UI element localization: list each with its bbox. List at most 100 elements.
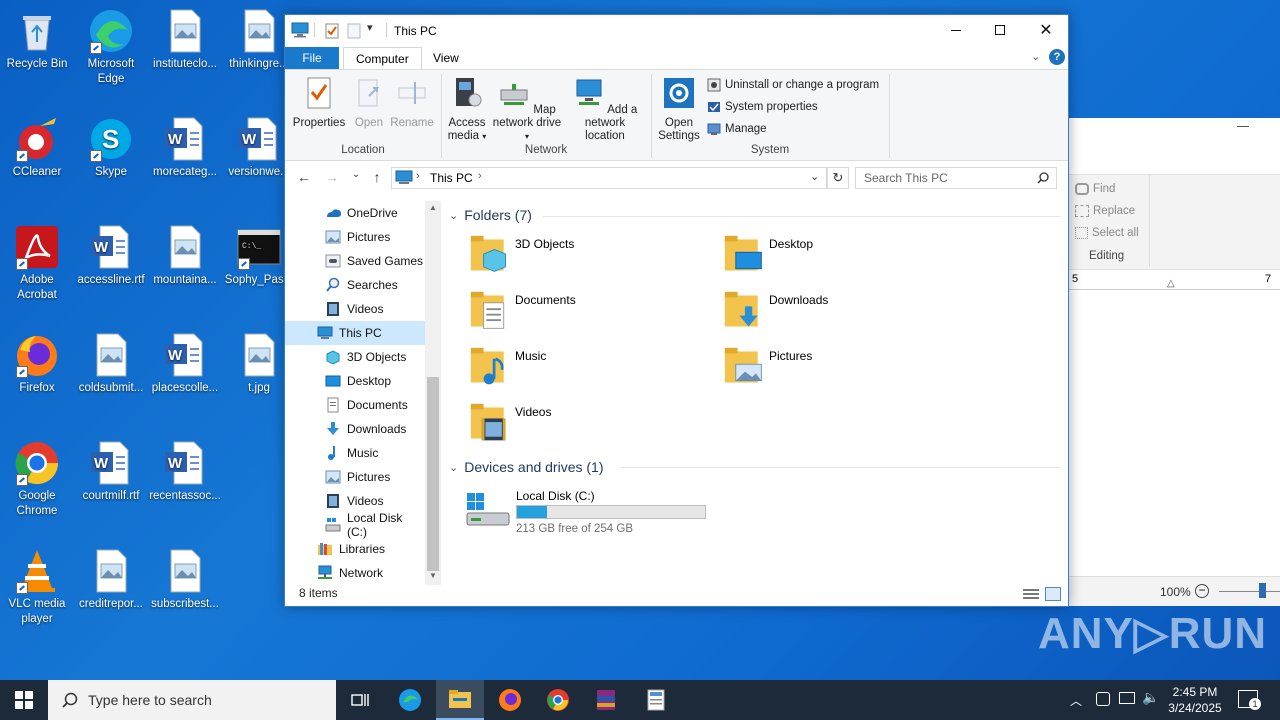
- folder-music[interactable]: Music: [469, 345, 709, 395]
- nav-item-videos[interactable]: Videos: [285, 297, 425, 321]
- device-icon[interactable]: [1096, 692, 1110, 706]
- desktop-icon-coldsubmit[interactable]: coldsubmit...: [74, 332, 148, 396]
- customize-quick-access-icon[interactable]: ▾: [367, 21, 373, 34]
- search-input[interactable]: Search This PC: [855, 167, 1057, 189]
- close-button[interactable]: ✕: [1023, 15, 1069, 45]
- taskbar-chrome[interactable]: [534, 680, 582, 720]
- new-folder-quick-icon[interactable]: [347, 23, 361, 39]
- desktop-icon-morecateg[interactable]: Wmorecateg...: [148, 116, 222, 180]
- taskbar-search[interactable]: Type here to search: [48, 680, 336, 720]
- breadcrumb-this-pc[interactable]: This PC: [430, 171, 473, 185]
- nav-item-3d-objects[interactable]: 3D Objects: [285, 345, 425, 369]
- folder-documents[interactable]: Documents: [469, 289, 709, 339]
- tab-computer[interactable]: Computer: [343, 47, 422, 69]
- manage-button[interactable]: Manage: [707, 122, 767, 136]
- nav-item-network[interactable]: Network: [285, 561, 425, 585]
- folder-downloads[interactable]: Downloads: [723, 289, 963, 339]
- volume-icon[interactable]: 🔈: [1142, 689, 1159, 706]
- desktop-icon-courtmilf-rtf[interactable]: Wcourtmilf.rtf: [74, 440, 148, 504]
- system-properties-button[interactable]: System properties: [707, 100, 818, 114]
- folder-3d-objects[interactable]: 3D Objects: [469, 233, 709, 283]
- zoom-level[interactable]: 100%: [1160, 585, 1191, 599]
- indent-marker-icon[interactable]: △: [1167, 278, 1175, 289]
- breadcrumb-separator-icon[interactable]: ›: [478, 170, 482, 182]
- taskbar-firefox[interactable]: [486, 680, 534, 720]
- details-view-icon[interactable]: [1023, 589, 1039, 601]
- taskbar-file-explorer[interactable]: [436, 680, 484, 720]
- zoom-out-icon[interactable]: −: [1195, 584, 1209, 598]
- nav-item-onedrive[interactable]: OneDrive: [285, 201, 425, 225]
- show-hidden-icons-icon[interactable]: ︿: [1070, 692, 1082, 709]
- network-status-icon[interactable]: [1119, 692, 1135, 704]
- search-icon[interactable]: [1037, 172, 1049, 184]
- map-network-drive-button[interactable]: Map network drive ▾: [491, 76, 563, 143]
- scroll-down-icon[interactable]: ▼: [429, 571, 437, 580]
- taskbar-wordpad[interactable]: [632, 680, 680, 720]
- forward-button[interactable]: →: [322, 169, 342, 187]
- access-media-button[interactable]: Access media ▾: [445, 76, 489, 143]
- desktop-icon-adobe-acrobat[interactable]: Adobe Acrobat: [0, 224, 74, 303]
- rename-button[interactable]: Rename: [389, 76, 435, 130]
- find-button[interactable]: Find: [1075, 183, 1115, 195]
- local-disk-item[interactable]: Local Disk (C:) 213 GB free of 254 GB: [461, 485, 731, 535]
- properties-quick-icon[interactable]: [325, 23, 339, 39]
- taskbar-edge[interactable]: [386, 680, 434, 720]
- zoom-slider-thumb[interactable]: [1259, 583, 1266, 598]
- tab-file[interactable]: File: [285, 47, 339, 69]
- properties-button[interactable]: Properties: [291, 76, 347, 130]
- up-button[interactable]: ↑: [367, 169, 387, 187]
- start-button[interactable]: [0, 680, 48, 720]
- uninstall-program-button[interactable]: Uninstall or change a program: [707, 78, 879, 92]
- desktop-icon-skype[interactable]: S Skype: [74, 116, 148, 180]
- open-settings-button[interactable]: Open Settings: [655, 76, 703, 143]
- desktop-icon-ccleaner[interactable]: CCleaner: [0, 116, 74, 180]
- add-network-location-button[interactable]: Add a network location: [565, 76, 645, 143]
- nav-scrollbar[interactable]: ▲ ▼: [425, 201, 441, 585]
- nav-item-searches[interactable]: Searches: [285, 273, 425, 297]
- nav-item-videos[interactable]: Videos: [285, 489, 425, 513]
- computer-icon[interactable]: [291, 22, 309, 38]
- nav-item-pictures[interactable]: Pictures: [285, 225, 425, 249]
- folder-pictures[interactable]: Pictures: [723, 345, 963, 395]
- nav-item-local-disk-c[interactable]: Local Disk (C:): [285, 511, 425, 539]
- replace-button[interactable]: Replace: [1075, 205, 1135, 217]
- desktop-icon-mountaina[interactable]: mountaina...: [148, 224, 222, 288]
- task-view-button[interactable]: [336, 680, 384, 720]
- minimize-button[interactable]: [933, 15, 979, 45]
- back-button[interactable]: ←: [294, 169, 314, 187]
- tab-view[interactable]: View: [421, 47, 471, 69]
- refresh-button[interactable]: ↻: [827, 167, 849, 189]
- address-history-icon[interactable]: ⌄: [810, 170, 819, 183]
- maximize-button[interactable]: [977, 15, 1023, 45]
- desktop-icon-recentassoc[interactable]: Wrecentassoc...: [148, 440, 222, 504]
- taskbar-winrar[interactable]: [582, 680, 630, 720]
- select-all-button[interactable]: Select all: [1075, 227, 1139, 239]
- nav-item-desktop[interactable]: Desktop: [285, 369, 425, 393]
- nav-item-pictures[interactable]: Pictures: [285, 465, 425, 489]
- desktop-icon-placescolle[interactable]: Wplacescolle...: [148, 332, 222, 396]
- scroll-up-icon[interactable]: ▲: [429, 203, 437, 212]
- zoom-slider[interactable]: [1219, 591, 1280, 592]
- notification-center-icon[interactable]: 1: [1238, 690, 1261, 710]
- nav-item-documents[interactable]: Documents: [285, 393, 425, 417]
- open-button[interactable]: Open: [349, 76, 389, 130]
- nav-item-saved-games[interactable]: Saved Games: [285, 249, 425, 273]
- desktop-icon-google-chrome[interactable]: Google Chrome: [0, 440, 74, 519]
- folders-section-header[interactable]: ⌄ Folders (7): [449, 207, 532, 223]
- devices-section-header[interactable]: ⌄ Devices and drives (1): [449, 459, 604, 475]
- desktop-icon-subscribest[interactable]: subscribest...: [148, 548, 222, 612]
- desktop-icon-vlc-media-player[interactable]: VLC media player: [0, 548, 74, 627]
- desktop-icon-creditrepor[interactable]: creditrepor...: [74, 548, 148, 612]
- title-bar[interactable]: ▾ This PC ✕: [285, 15, 1068, 47]
- desktop-icon-firefox[interactable]: Firefox: [0, 332, 74, 396]
- minimize-icon[interactable]: [1237, 126, 1249, 127]
- desktop-icon-recycle-bin[interactable]: Recycle Bin: [0, 8, 74, 72]
- nav-item-this-pc[interactable]: This PC: [285, 321, 425, 345]
- folder-desktop[interactable]: Desktop: [723, 233, 963, 283]
- desktop-icon-instituteclo[interactable]: instituteclo...: [148, 8, 222, 72]
- folder-videos[interactable]: Videos: [469, 401, 709, 451]
- recent-locations-button[interactable]: ⌄: [346, 169, 366, 187]
- collapse-ribbon-icon[interactable]: ⌄: [1031, 50, 1040, 63]
- large-icons-view-icon[interactable]: [1045, 587, 1061, 601]
- nav-item-libraries[interactable]: Libraries: [285, 537, 425, 561]
